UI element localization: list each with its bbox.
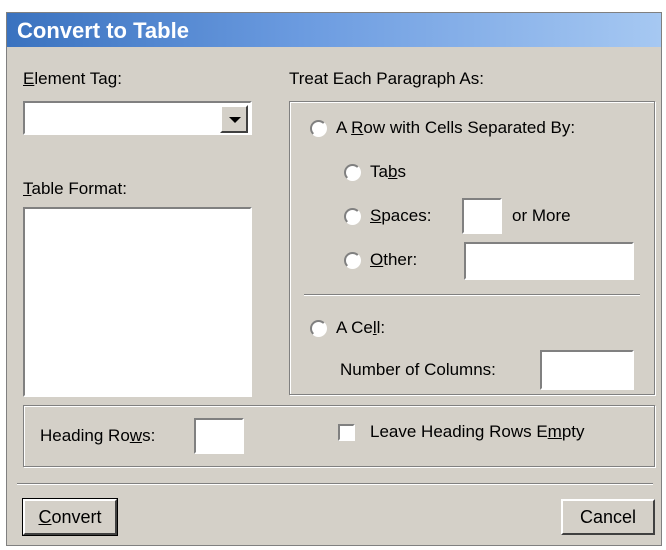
cell-option-label[interactable]: A Cell: — [336, 318, 385, 338]
row-option-label[interactable]: A Row with Cells Separated By: — [336, 118, 575, 138]
chevron-down-icon[interactable] — [220, 105, 248, 133]
treat-paragraph-label: Treat Each Paragraph As: — [289, 69, 484, 88]
heading-rows-label: Heading Rows: — [40, 426, 156, 445]
columns-label: Number of Columns: — [340, 360, 496, 379]
spaces-count-input[interactable] — [462, 198, 502, 234]
treat-paragraph-group: A Row with Cells Separated By: Tabs Spac… — [289, 101, 655, 395]
spaces-radio[interactable] — [344, 208, 361, 225]
group-divider — [304, 294, 640, 296]
element-tag-label: Element Tag: — [23, 69, 122, 88]
dialog-title: Convert to Table — [17, 18, 189, 43]
columns-input[interactable] — [540, 350, 634, 390]
other-label[interactable]: Other: — [370, 250, 417, 270]
other-radio[interactable] — [344, 252, 361, 269]
tabs-radio[interactable] — [344, 164, 361, 181]
heading-rows-input[interactable] — [194, 418, 244, 454]
leave-heading-rows-empty-checkbox[interactable] — [338, 424, 355, 441]
convert-to-table-dialog: Convert to Table Element Tag: Table Form… — [6, 12, 662, 546]
table-format-list[interactable] — [23, 207, 252, 397]
heading-group: Heading Rows: Leave Heading Rows Empty — [23, 405, 655, 467]
cancel-button[interactable]: Cancel — [561, 499, 655, 535]
row-option-radio[interactable] — [310, 120, 327, 137]
convert-button[interactable]: Convert — [22, 498, 118, 536]
spaces-suffix-label: or More — [512, 206, 571, 225]
tabs-label[interactable]: Tabs — [370, 162, 406, 182]
other-separator-input[interactable] — [464, 242, 634, 280]
spaces-label[interactable]: Spaces: — [370, 206, 431, 226]
bottom-divider — [17, 483, 653, 485]
title-bar[interactable]: Convert to Table — [7, 13, 661, 47]
leave-heading-rows-empty-label[interactable]: Leave Heading Rows Empty — [370, 422, 585, 442]
cell-option-radio[interactable] — [310, 320, 327, 337]
element-tag-select[interactable] — [23, 101, 252, 135]
table-format-label: Table Format: — [23, 179, 127, 198]
